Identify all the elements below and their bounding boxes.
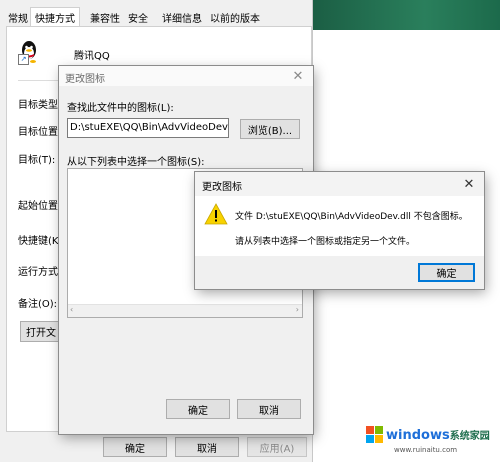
desktop-background [312, 0, 500, 30]
scroll-left-icon[interactable]: ‹ [70, 305, 73, 314]
properties-apply-button[interactable]: 应用(A) [247, 437, 307, 457]
error-ok-button[interactable]: 确定 [418, 263, 475, 282]
tab-label: 常规 [8, 13, 28, 25]
qq-penguin-icon: ↗ [18, 40, 40, 65]
select-icon-label: 从以下列表中选择一个图标(S): [67, 157, 205, 168]
horizontal-scrollbar[interactable]: ‹ › [68, 304, 302, 317]
button-label: 打开文 [26, 328, 56, 339]
error-message-line2: 请从列表中选择一个图标或指定另一个文件。 [235, 237, 416, 247]
icon-file-path-input[interactable]: D:\stuEXE\QQ\Bin\AdvVideoDev.dll [67, 118, 229, 138]
change-icon-ok-button[interactable]: 确定 [166, 399, 230, 419]
change-icon-cancel-button[interactable]: 取消 [237, 399, 301, 419]
tab-label: 安全 [128, 13, 148, 25]
comment-label: 备注(O): [18, 299, 58, 310]
button-label: 取消 [197, 443, 217, 455]
app-name: 腾讯QQ [74, 51, 110, 62]
button-label: 浏览(B)... [247, 125, 293, 137]
browse-button[interactable]: 浏览(B)... [240, 119, 300, 139]
tab-general[interactable]: 常规 [4, 8, 32, 26]
windows-logo-icon [366, 426, 384, 444]
properties-ok-button[interactable]: 确定 [103, 437, 167, 457]
button-label: 取消 [259, 405, 279, 417]
watermark-url: www.ruinaitu.com [394, 446, 458, 454]
watermark: windows系统家园 www.ruinaitu.com [362, 418, 498, 458]
tab-shortcut[interactable]: 快捷方式 [30, 7, 80, 27]
button-label: 应用(A) [259, 443, 295, 455]
button-label: 确定 [188, 405, 208, 417]
tab-compatibility[interactable]: 兼容性 [86, 8, 124, 26]
scroll-right-icon[interactable]: › [296, 305, 299, 314]
tab-label: 以前的版本 [210, 13, 260, 25]
error-dialog: 更改图标 ✕ 文件 D:\stuEXE\QQ\Bin\AdvVideoDev.d… [195, 172, 484, 289]
tab-label: 兼容性 [90, 13, 120, 25]
target-type-label: 目标类型: [18, 100, 62, 111]
target-label: 目标(T): [18, 155, 56, 166]
shortcut-arrow-icon: ↗ [18, 54, 29, 65]
button-label: 确定 [125, 443, 145, 455]
tab-details[interactable]: 详细信息 [158, 8, 206, 26]
watermark-brand: windows系统家园 [386, 427, 490, 443]
open-file-location-button[interactable]: 打开文 [20, 321, 64, 342]
file-path-text: D:\stuEXE\QQ\Bin\AdvVideoDev.dll [70, 122, 229, 133]
close-icon[interactable]: ✕ [289, 67, 307, 85]
search-file-label: 查找此文件中的图标(L): [67, 103, 174, 114]
tab-label: 详细信息 [162, 13, 202, 25]
tab-label: 快捷方式 [35, 14, 75, 25]
close-icon[interactable]: ✕ [460, 175, 478, 193]
error-titlebar: 更改图标 ✕ [195, 172, 484, 196]
error-message-line1: 文件 D:\stuEXE\QQ\Bin\AdvVideoDev.dll 不包含图… [235, 212, 468, 222]
tab-security[interactable]: 安全 [124, 8, 152, 26]
watermark-suffix: 系统家园 [449, 431, 490, 442]
target-location-label: 目标位置: [18, 127, 62, 138]
warning-icon [204, 203, 228, 225]
properties-cancel-button[interactable]: 取消 [175, 437, 239, 457]
tab-previous-versions[interactable]: 以前的版本 [206, 8, 264, 26]
change-icon-title: 更改图标 [65, 74, 105, 85]
error-title: 更改图标 [202, 182, 242, 193]
change-icon-titlebar: 更改图标 ✕ [59, 66, 313, 86]
watermark-brand-text: windows [386, 428, 450, 443]
button-label: 确定 [436, 269, 457, 280]
divider [18, 80, 62, 81]
